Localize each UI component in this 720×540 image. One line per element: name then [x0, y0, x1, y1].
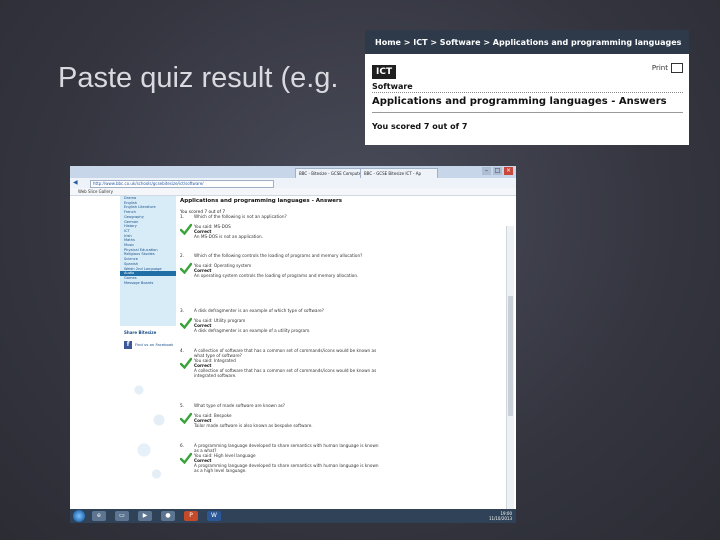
taskbar: e ▭ ▶ ● P W 19:00 11/10/2013 [70, 509, 516, 523]
decorative-bubbles [124, 366, 174, 486]
facebook-icon: f [124, 341, 132, 349]
share-box: Share Bitesize f Find us on Facebook [124, 330, 176, 349]
answer-block: You said: MS-DOS Correct An MS-DOS is not … [194, 224, 384, 239]
question-number: 4. [180, 348, 184, 353]
explanation: A collection of software that has a comm… [194, 368, 377, 378]
favorites-bar[interactable]: Web Slice Gallery [70, 188, 516, 196]
check-icon [180, 357, 192, 369]
print-button[interactable]: Print [652, 63, 683, 73]
ict-badge: ICT [372, 65, 397, 79]
question-text: What type of made software are known as? [194, 403, 286, 408]
question-text: Which of the following is not an applica… [194, 214, 287, 219]
question-number: 6. [180, 443, 184, 448]
answers-content: Applications and programming languages -… [180, 198, 500, 509]
firefox-icon[interactable]: ● [161, 511, 175, 521]
sidebar-item[interactable]: Message Boards [120, 281, 176, 286]
ie-icon[interactable]: e [92, 511, 106, 521]
check-icon [180, 223, 192, 235]
check-icon [180, 412, 192, 424]
question-text: A programming language developed to shar… [194, 443, 379, 453]
question-text: A collection of software that has a comm… [194, 348, 377, 358]
question-text: Which of the following controls the load… [194, 253, 363, 258]
answer-block: You said: Utility program Correct A disk d… [194, 318, 384, 333]
quiz-header-crop: Home > ICT > Software > Applications and… [365, 30, 689, 145]
clock-date: 11/10/2013 [488, 516, 512, 521]
browser-tab-bar: BBC - Bitesize - GCSE Computer BBC - GCS… [70, 166, 516, 179]
back-icon[interactable]: ◀ [73, 179, 78, 186]
web-page: Drama English English Literature French Geog… [70, 196, 516, 523]
check-icon [180, 317, 192, 329]
question-number: 3. [180, 308, 184, 313]
page-heading: Applications and programming languages -… [372, 96, 667, 107]
question-number: 1. [180, 214, 184, 219]
answer-block: You said: Operating system Correct An oper… [194, 263, 384, 278]
share-heading: Share Bitesize [124, 330, 157, 335]
scrollbar[interactable] [506, 226, 514, 523]
check-icon [180, 452, 192, 464]
score-text: You scored 7 out of 7 [372, 122, 468, 131]
section-title: Software [372, 82, 413, 91]
answer-block: You said: Integrated Correct A collection … [194, 358, 384, 378]
address-field[interactable]: http://www.bbc.co.uk/schools/gcsebitesiz… [90, 180, 274, 188]
breadcrumb: Home > ICT > Software > Applications and… [365, 30, 689, 54]
minimize-icon[interactable]: – [482, 167, 491, 175]
question-number: 2. [180, 253, 184, 258]
maximize-icon[interactable]: □ [493, 167, 502, 175]
media-icon[interactable]: ▶ [138, 511, 152, 521]
dotted-divider [372, 92, 683, 93]
word-icon[interactable]: W [207, 511, 221, 521]
powerpoint-icon[interactable]: P [184, 511, 198, 521]
answer-block: You said: High level language Correct A pr… [194, 453, 384, 473]
close-icon[interactable]: × [504, 167, 513, 175]
question-text: A disk defragmenter is an example of whi… [194, 308, 324, 313]
answer-block: You said: Bespoke Correct Tailor made soft… [194, 413, 384, 428]
window-controls: – □ × [482, 167, 513, 175]
subject-sidebar: Drama English English Literature French Geog… [120, 196, 176, 326]
facebook-link[interactable]: f Find us on Facebook [124, 341, 176, 349]
print-icon [671, 63, 683, 73]
check-icon [180, 262, 192, 274]
start-button-icon[interactable] [73, 510, 85, 522]
explanation: A disk defragmenter is an example of a u… [194, 328, 311, 333]
folder-icon[interactable]: ▭ [115, 511, 129, 521]
divider [372, 112, 683, 113]
print-label: Print [651, 64, 668, 72]
question-number: 5. [180, 403, 184, 408]
clock[interactable]: 19:00 11/10/2013 [489, 511, 512, 521]
facebook-label: Find us on Facebook [135, 341, 174, 347]
explanation: An MS-DOS is not an application. [194, 234, 263, 239]
explanation: Tailor made software is also known as be… [194, 423, 313, 428]
slide-title: Paste quiz result (e.g. [58, 62, 339, 94]
scrollbar-thumb[interactable] [508, 296, 513, 416]
desktop-screenshot: BBC - Bitesize - GCSE Computer BBC - GCS… [70, 166, 516, 523]
explanation: A programming language developed to shar… [194, 463, 379, 473]
explanation: An operating system controls the loading… [194, 273, 359, 278]
content-title: Applications and programming languages -… [180, 198, 343, 204]
